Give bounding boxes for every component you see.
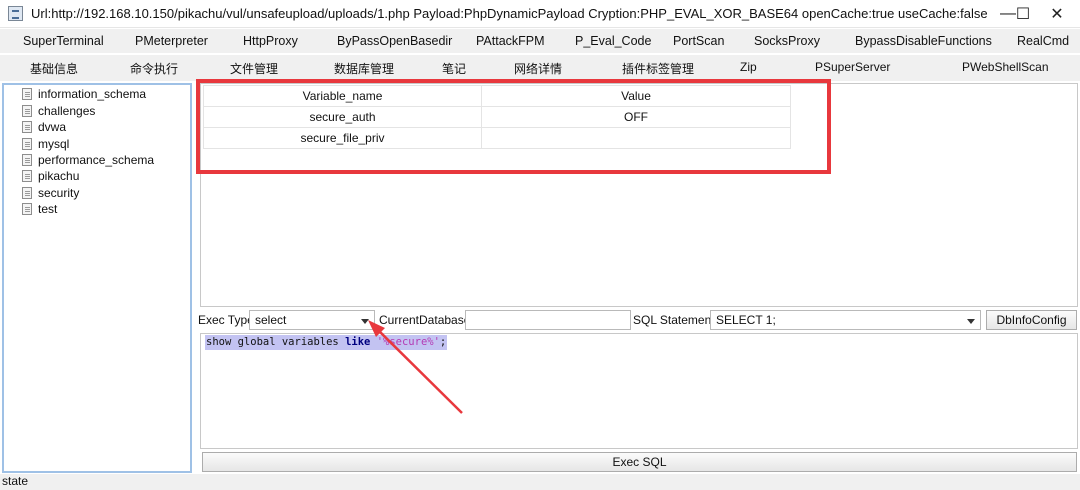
sql-statement-select[interactable]: SELECT 1;	[710, 310, 981, 330]
exec-sql-button[interactable]: Exec SQL	[202, 452, 1077, 472]
menu-item-pmeterpreter[interactable]: PMeterpreter	[135, 34, 208, 48]
database-tree[interactable]: information_schema challenges dvwa mysql…	[2, 83, 192, 473]
current-database-input[interactable]	[465, 310, 631, 330]
database-icon	[22, 154, 32, 166]
menu-item-httpproxy[interactable]: HttpProxy	[243, 34, 298, 48]
database-icon	[22, 88, 32, 100]
menu-item-realcmd[interactable]: RealCmd	[1017, 34, 1069, 48]
sql-editor-line[interactable]: show global variables like '%secure%';	[205, 335, 448, 350]
dbinfo-config-button[interactable]: DbInfoConfig	[986, 310, 1077, 330]
close-button[interactable]: ✕	[1034, 0, 1080, 28]
exec-type-select[interactable]: select	[249, 310, 375, 330]
tree-item-challenges[interactable]: challenges	[22, 103, 95, 119]
database-icon	[22, 105, 32, 117]
app-icon	[8, 6, 23, 21]
annotation-highlight-box	[196, 79, 831, 174]
plugin-menu: SuperTerminal PMeterpreter HttpProxy ByP…	[0, 29, 1080, 53]
tab-network-details[interactable]: 网络详情	[514, 60, 562, 77]
menu-item-socksproxy[interactable]: SocksProxy	[754, 34, 820, 48]
exec-type-label: Exec Type	[198, 313, 254, 327]
tree-item-dvwa[interactable]: dvwa	[22, 119, 66, 135]
database-icon	[22, 203, 32, 215]
tab-command-exec[interactable]: 命令执行	[130, 60, 178, 77]
window-title: Url:http://192.168.10.150/pikachu/vul/un…	[31, 6, 988, 21]
database-icon	[22, 121, 32, 133]
tab-psuperserver[interactable]: PSuperServer	[815, 60, 890, 74]
status-bar: state	[0, 474, 1080, 490]
sql-string-literal: '%secure%'	[376, 336, 440, 348]
tree-item-information-schema[interactable]: information_schema	[22, 86, 146, 102]
tree-item-performance-schema[interactable]: performance_schema	[22, 152, 154, 168]
tab-bar: 基础信息 命令执行 文件管理 数据库管理 笔记 网络详情 插件标签管理 Zip …	[0, 55, 1080, 81]
tab-pwebshellscan[interactable]: PWebShellScan	[962, 60, 1049, 74]
chevron-down-icon	[967, 319, 975, 324]
database-icon	[22, 187, 32, 199]
menu-item-superterminal[interactable]: SuperTerminal	[23, 34, 104, 48]
tab-file-manager[interactable]: 文件管理	[230, 60, 278, 77]
sql-statement-label: SQL Statement	[633, 313, 715, 327]
tree-item-security[interactable]: security	[22, 185, 79, 201]
tree-item-test[interactable]: test	[22, 201, 57, 217]
menu-item-bypassopenbasedir[interactable]: ByPassOpenBasedir	[337, 34, 452, 48]
database-icon	[22, 170, 32, 182]
title-bar: Url:http://192.168.10.150/pikachu/vul/un…	[0, 0, 1080, 28]
sql-keyword: like	[345, 336, 371, 348]
menu-item-p-eval-code[interactable]: P_Eval_Code	[575, 34, 651, 48]
current-database-label: CurrentDatabase	[379, 313, 471, 327]
menu-item-portscan[interactable]: PortScan	[673, 34, 724, 48]
tree-item-pikachu[interactable]: pikachu	[22, 168, 79, 184]
status-text: state	[2, 474, 29, 488]
tree-item-mysql[interactable]: mysql	[22, 136, 69, 152]
menu-item-bypassdisablefunctions[interactable]: BypassDisableFunctions	[855, 34, 992, 48]
tab-plugin-tag-manager[interactable]: 插件标签管理	[622, 60, 694, 77]
tab-database-manager[interactable]: 数据库管理	[334, 60, 394, 77]
sql-editor[interactable]	[200, 333, 1078, 449]
tab-zip[interactable]: Zip	[740, 60, 757, 74]
tab-notes[interactable]: 笔记	[442, 60, 466, 77]
menu-item-pattackfpm[interactable]: PAttackFPM	[476, 34, 545, 48]
tab-basic-info[interactable]: 基础信息	[30, 60, 78, 77]
database-icon	[22, 138, 32, 150]
chevron-down-icon	[361, 319, 369, 324]
